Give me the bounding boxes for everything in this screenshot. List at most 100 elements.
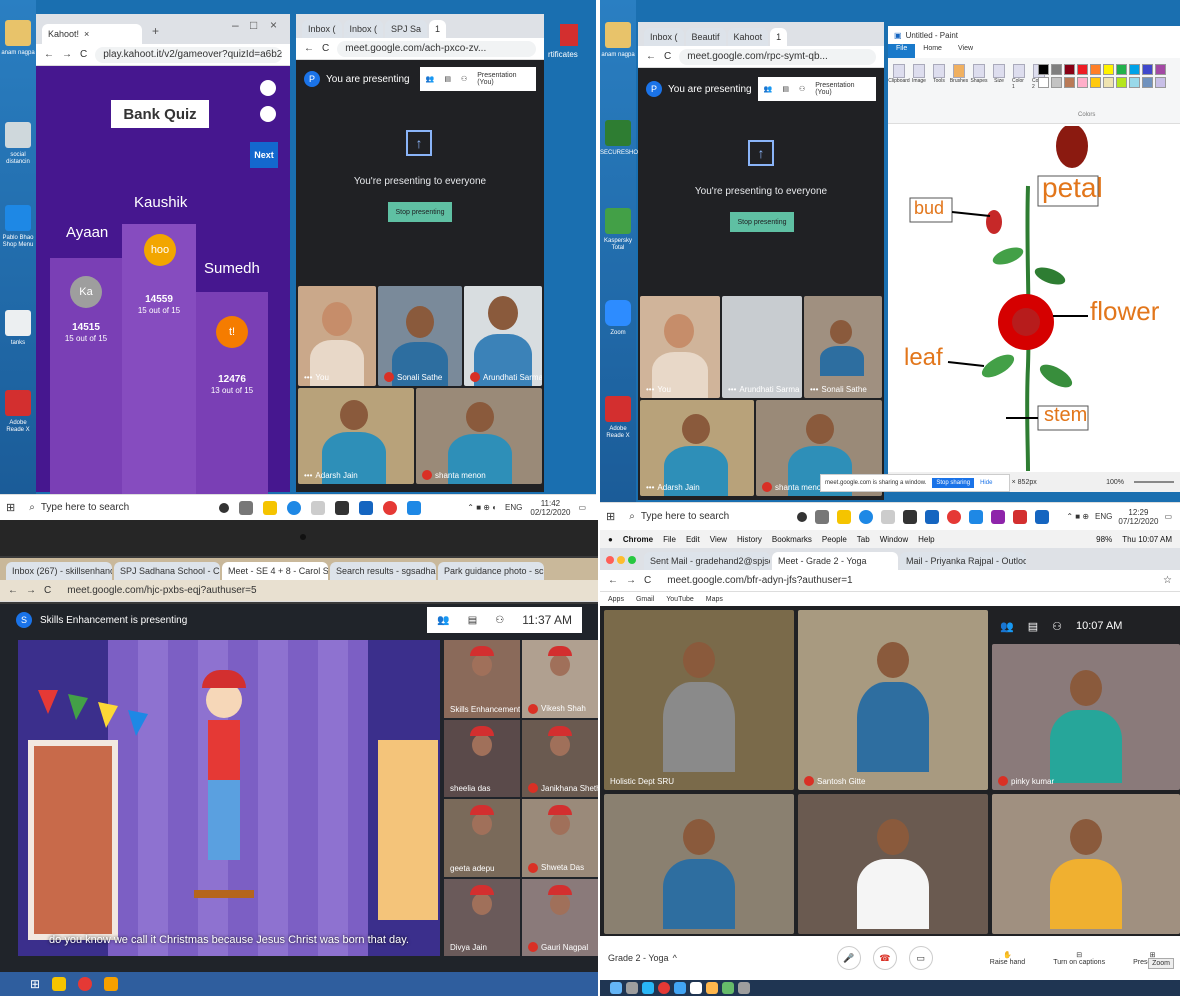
zoom-slider[interactable] bbox=[1134, 481, 1174, 483]
participant-tile[interactable]: Gauri Nagpal bbox=[522, 878, 598, 956]
participant-tile[interactable]: shanta menon bbox=[416, 388, 542, 484]
back-icon[interactable]: ← bbox=[8, 585, 18, 596]
tab[interactable]: Sent Mail - gradehand2@spjsc bbox=[644, 552, 770, 570]
mail-icon[interactable] bbox=[674, 982, 686, 994]
palette-swatch[interactable] bbox=[1051, 77, 1062, 88]
cortana-search-icon[interactable] bbox=[881, 509, 896, 524]
file-explorer-icon[interactable] bbox=[263, 500, 278, 515]
reload-icon[interactable]: C bbox=[44, 585, 51, 596]
battery[interactable]: 98% bbox=[1096, 535, 1112, 544]
paint-tool-4[interactable]: Shapes bbox=[971, 64, 987, 90]
edge-icon[interactable] bbox=[287, 500, 302, 515]
start-icon[interactable]: ⊞ bbox=[30, 977, 40, 991]
url-field[interactable]: meet.google.com/bfr-adyn-jfs?authuser=1 bbox=[659, 573, 1155, 589]
doc-file-icon[interactable] bbox=[5, 205, 31, 231]
palette-swatch[interactable] bbox=[1155, 64, 1166, 75]
palette-swatch[interactable] bbox=[1077, 77, 1088, 88]
palette-swatch[interactable] bbox=[1051, 64, 1062, 75]
chrome-icon[interactable] bbox=[78, 977, 93, 991]
cortana-search-icon[interactable] bbox=[311, 500, 326, 515]
palette-swatch[interactable] bbox=[1129, 77, 1140, 88]
tab[interactable]: SPJ Sa bbox=[385, 20, 428, 38]
mac-menu-item[interactable]: Bookmarks bbox=[772, 535, 812, 544]
paint-icon[interactable] bbox=[104, 977, 119, 991]
participant-tile[interactable]: ••• Arundhati Sarma bbox=[722, 296, 802, 398]
close-window-icon[interactable]: × bbox=[270, 18, 277, 32]
back-icon[interactable]: ← bbox=[44, 49, 54, 60]
participant-tile[interactable]: Vikesh Shah bbox=[522, 640, 598, 718]
bookmark-apps[interactable]: Apps bbox=[608, 596, 624, 603]
chevron-up-icon[interactable]: ^ bbox=[673, 953, 677, 963]
traffic-lights[interactable] bbox=[606, 550, 636, 570]
close-icon[interactable]: × bbox=[84, 29, 89, 39]
tab[interactable]: Search results - sgsadhanaSpjs bbox=[330, 562, 436, 580]
reload-icon[interactable]: C bbox=[80, 49, 87, 60]
tab[interactable]: Kahoot bbox=[727, 28, 769, 46]
mac-menu-item[interactable]: File bbox=[663, 535, 676, 544]
more-icon[interactable]: ••• bbox=[810, 385, 818, 394]
tab-kahoot[interactable]: Kahoot! × bbox=[42, 24, 142, 44]
palette-swatch[interactable] bbox=[1103, 77, 1114, 88]
file-explorer-icon[interactable] bbox=[52, 977, 67, 991]
ribbon-tab-file[interactable]: File bbox=[888, 44, 916, 58]
task-view-icon[interactable] bbox=[239, 500, 254, 515]
pdf-icon[interactable] bbox=[560, 24, 578, 46]
user-folder-icon[interactable] bbox=[605, 22, 631, 48]
paint-tool-0[interactable]: Clipboard bbox=[888, 64, 910, 90]
url-field[interactable]: play.kahoot.it/v2/gameover?quizId=a6b2..… bbox=[95, 46, 282, 63]
adobe-reader-icon[interactable] bbox=[5, 390, 31, 416]
back-icon[interactable]: ← bbox=[646, 51, 656, 62]
paint-tool-6[interactable]: Color 1 bbox=[1012, 64, 1026, 90]
back-icon[interactable]: ← bbox=[304, 43, 314, 54]
secureshot-icon[interactable] bbox=[605, 120, 631, 146]
tab[interactable]: Park guidance photo - school bbox=[438, 562, 544, 580]
palette-swatch[interactable] bbox=[1038, 64, 1049, 75]
tab[interactable]: Inbox ( bbox=[343, 20, 384, 38]
palette-swatch[interactable] bbox=[1090, 77, 1101, 88]
mail-icon[interactable] bbox=[359, 500, 374, 515]
chrome-icon[interactable] bbox=[658, 982, 670, 994]
bookmark-maps[interactable]: Maps bbox=[706, 596, 723, 603]
photos-icon[interactable] bbox=[969, 509, 984, 524]
clock[interactable]: 12:29 07/12/2020 bbox=[1118, 508, 1158, 526]
paint-tool-5[interactable]: Size bbox=[992, 64, 1006, 90]
paint-canvas[interactable]: petal bud flower leaf stem bbox=[888, 124, 1180, 472]
language[interactable]: ENG bbox=[1095, 512, 1112, 521]
mac-menu-item[interactable]: Window bbox=[880, 535, 908, 544]
tab[interactable]: Inbox (267) - skillsenhanceme bbox=[6, 562, 112, 580]
participant-tile[interactable]: ••• Adarsh Jain bbox=[640, 400, 754, 496]
mac-menu-item[interactable]: Help bbox=[918, 535, 934, 544]
word-icon[interactable] bbox=[1035, 509, 1050, 524]
tab[interactable]: Beautif bbox=[685, 28, 726, 46]
chat-icon[interactable]: ▤ bbox=[468, 615, 477, 626]
paint-tool-2[interactable]: Tools bbox=[932, 64, 946, 90]
camera-button[interactable]: ▭ bbox=[908, 946, 933, 970]
chat-icon[interactable]: ▤ bbox=[444, 75, 451, 83]
user-folder-icon[interactable] bbox=[5, 20, 31, 46]
participant-tile[interactable]: Holistic Dept SRU bbox=[604, 610, 794, 790]
people-icon[interactable]: 👥 bbox=[426, 75, 435, 83]
launchpad-icon[interactable] bbox=[626, 982, 638, 994]
participant-tile[interactable]: ••• You bbox=[298, 286, 376, 386]
activities-icon[interactable]: ⚇ bbox=[799, 85, 805, 93]
hang-up-button[interactable]: ☎ bbox=[872, 946, 897, 970]
ribbon-tab-view[interactable]: View bbox=[950, 44, 981, 58]
palette-swatch[interactable] bbox=[1103, 64, 1114, 75]
tab-active[interactable]: 1 bbox=[429, 20, 447, 38]
finder-icon[interactable] bbox=[610, 982, 622, 994]
mac-menu-item[interactable]: People bbox=[822, 535, 847, 544]
tab[interactable]: Mail - Priyanka Rajpal - Outlook bbox=[900, 552, 1026, 570]
chat-icon[interactable]: ▤ bbox=[782, 85, 789, 93]
url-field[interactable]: meet.google.com/ach-pxco-zv... bbox=[337, 40, 536, 57]
participant-tile[interactable] bbox=[992, 794, 1180, 934]
palette-swatch[interactable] bbox=[1129, 64, 1140, 75]
participant-tile[interactable]: Janikhana Shethis bbox=[522, 719, 598, 797]
zoom-icon[interactable] bbox=[605, 300, 631, 326]
palette-swatch[interactable] bbox=[1038, 77, 1049, 88]
mic-button[interactable]: 🎤 bbox=[836, 946, 861, 970]
palette-swatch[interactable] bbox=[1116, 77, 1127, 88]
stop-sharing-button[interactable]: Stop sharing bbox=[932, 478, 975, 488]
participant-tile[interactable] bbox=[604, 794, 794, 934]
participant-tile[interactable] bbox=[798, 794, 988, 934]
tab-active[interactable]: Meet - Grade 2 - Yoga bbox=[772, 552, 898, 570]
